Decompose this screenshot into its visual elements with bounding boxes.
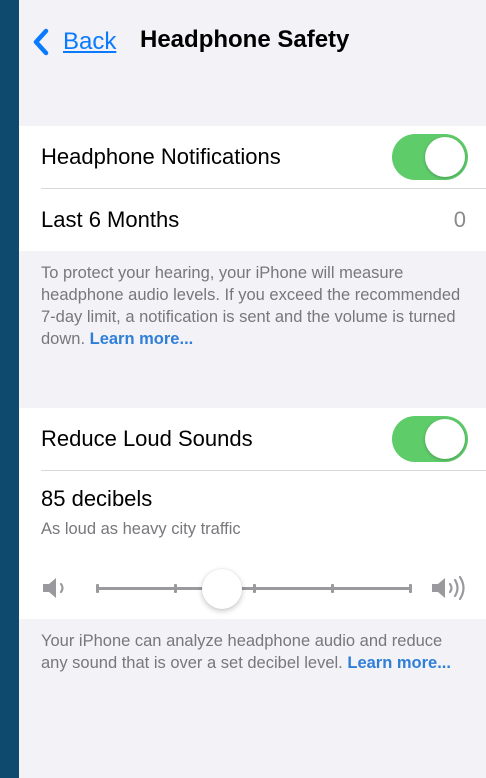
reduce-loud-sounds-row: Reduce Loud Sounds <box>19 408 486 470</box>
notifications-learn-more-link[interactable]: Learn more... <box>90 330 194 348</box>
speaker-high-icon <box>432 575 465 601</box>
slider-tick <box>96 584 99 593</box>
last-6-months-label: Last 6 Months <box>41 207 180 232</box>
back-chevron-icon <box>33 28 49 56</box>
decibel-level: 85 decibels <box>41 486 153 511</box>
decibel-slider <box>19 561 486 617</box>
toggle-knob <box>425 419 465 459</box>
reduce-learn-more-link[interactable]: Learn more... <box>347 654 451 672</box>
screen: Back Headphone Safety Headphone Notifica… <box>19 0 486 778</box>
back-label[interactable]: Back <box>63 28 116 56</box>
speaker-low-icon <box>43 578 64 598</box>
headphone-notifications-row: Headphone Notifications <box>19 126 486 188</box>
last-6-months-count: 0 <box>453 207 466 232</box>
reduce-loud-sounds-group: Reduce Loud Sounds 85 decibels As loud a… <box>19 408 486 619</box>
headphone-notifications-label: Headphone Notifications <box>41 144 281 169</box>
toggle-knob <box>425 137 465 177</box>
reduce-footnote: Your iPhone can analyze headphone audio … <box>41 630 468 674</box>
reduce-loud-sounds-label: Reduce Loud Sounds <box>41 426 253 451</box>
notifications-group: Headphone Notifications Last 6 Months 0 <box>19 126 486 251</box>
slider-tick <box>252 584 256 593</box>
reduce-loud-sounds-toggle[interactable] <box>392 416 468 462</box>
page-title: Headphone Safety <box>140 26 350 53</box>
slider-tick <box>330 584 334 593</box>
decibel-section: 85 decibels As loud as heavy city traffi… <box>19 471 486 619</box>
navigation-bar: Back Headphone Safety <box>19 0 486 82</box>
slider-thumb[interactable] <box>202 569 243 609</box>
slider-track[interactable] <box>96 584 412 593</box>
decibel-description: As loud as heavy city traffic <box>41 520 241 538</box>
notifications-footnote: To protect your hearing, your iPhone wil… <box>41 262 468 350</box>
back-button[interactable]: Back <box>31 25 116 59</box>
slider-tick <box>409 584 412 593</box>
headphone-notifications-toggle[interactable] <box>392 134 468 180</box>
slider-tick <box>174 584 178 593</box>
last-6-months-row[interactable]: Last 6 Months 0 <box>19 189 486 251</box>
